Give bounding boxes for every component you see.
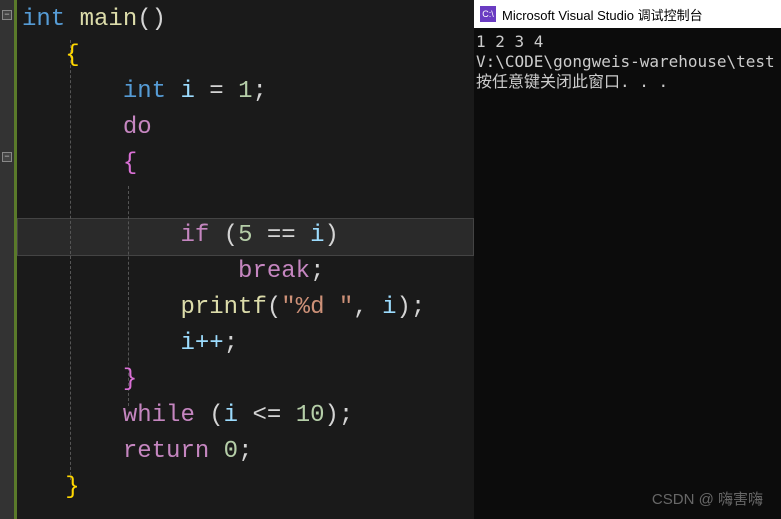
keyword-do: do xyxy=(123,114,152,141)
brace-open: { xyxy=(123,150,137,177)
variable-i: i xyxy=(180,78,194,105)
keyword-while: while xyxy=(123,402,195,429)
comma: , xyxy=(353,294,367,321)
keyword-break: break xyxy=(238,258,310,285)
paren-close: ) xyxy=(325,222,339,249)
number-1: 1 xyxy=(238,78,252,105)
expr-ipp: i++ xyxy=(180,330,223,357)
semicolon: ; xyxy=(310,258,324,285)
variable-i: i xyxy=(224,402,238,429)
op-assign: = xyxy=(209,78,223,105)
brace-close: } xyxy=(123,366,137,393)
keyword-int: int xyxy=(22,6,65,33)
paren-open: ( xyxy=(224,222,238,249)
semicolon: ; xyxy=(252,78,266,105)
keyword-if: if xyxy=(180,222,209,249)
console-titlebar[interactable]: C:\ Microsoft Visual Studio 调试控制台 xyxy=(474,0,781,28)
watermark-text: CSDN @ 嗨害嗨 xyxy=(652,488,763,509)
console-title-text: Microsoft Visual Studio 调试控制台 xyxy=(502,5,703,24)
vs-console-icon: C:\ xyxy=(480,6,496,22)
console-window: C:\ Microsoft Visual Studio 调试控制台 1 2 3 … xyxy=(474,0,781,519)
output-line-1: 1 2 3 4 xyxy=(476,32,543,51)
paren-close: ) xyxy=(397,294,411,321)
semicolon: ; xyxy=(224,330,238,357)
code-editor[interactable]: − − int main() { int i = 1; do { if (5 =… xyxy=(0,0,474,519)
fold-icon[interactable]: − xyxy=(2,152,12,162)
keyword-int: int xyxy=(123,78,166,105)
change-indicator xyxy=(14,0,17,519)
output-line-3: 按任意键关闭此窗口. . . xyxy=(476,72,668,91)
editor-gutter: − − xyxy=(0,0,14,519)
brace-close: } xyxy=(65,474,79,501)
code-content[interactable]: int main() { int i = 1; do { if (5 == i)… xyxy=(22,2,425,506)
fold-icon[interactable]: − xyxy=(2,10,12,20)
output-line-2: V:\CODE\gongweis-warehouse\test xyxy=(476,52,775,71)
paren-open: ( xyxy=(209,402,223,429)
variable-i: i xyxy=(310,222,324,249)
paren-close: ) xyxy=(325,402,339,429)
op-eqeq: == xyxy=(267,222,296,249)
function-printf: printf xyxy=(180,294,266,321)
console-output[interactable]: 1 2 3 4 V:\CODE\gongweis-warehouse\test … xyxy=(474,28,781,519)
semicolon: ; xyxy=(411,294,425,321)
number-5: 5 xyxy=(238,222,252,249)
string-format: "%d " xyxy=(281,294,353,321)
semicolon: ; xyxy=(339,402,353,429)
number-0: 0 xyxy=(224,438,238,465)
op-le: <= xyxy=(252,402,281,429)
number-10: 10 xyxy=(296,402,325,429)
paren-open: ( xyxy=(267,294,281,321)
keyword-return: return xyxy=(123,438,209,465)
paren-open: ( xyxy=(137,6,151,33)
function-main: main xyxy=(80,6,138,33)
brace-open: { xyxy=(65,42,79,69)
variable-i: i xyxy=(382,294,396,321)
semicolon: ; xyxy=(238,438,252,465)
paren-close: ) xyxy=(152,6,166,33)
